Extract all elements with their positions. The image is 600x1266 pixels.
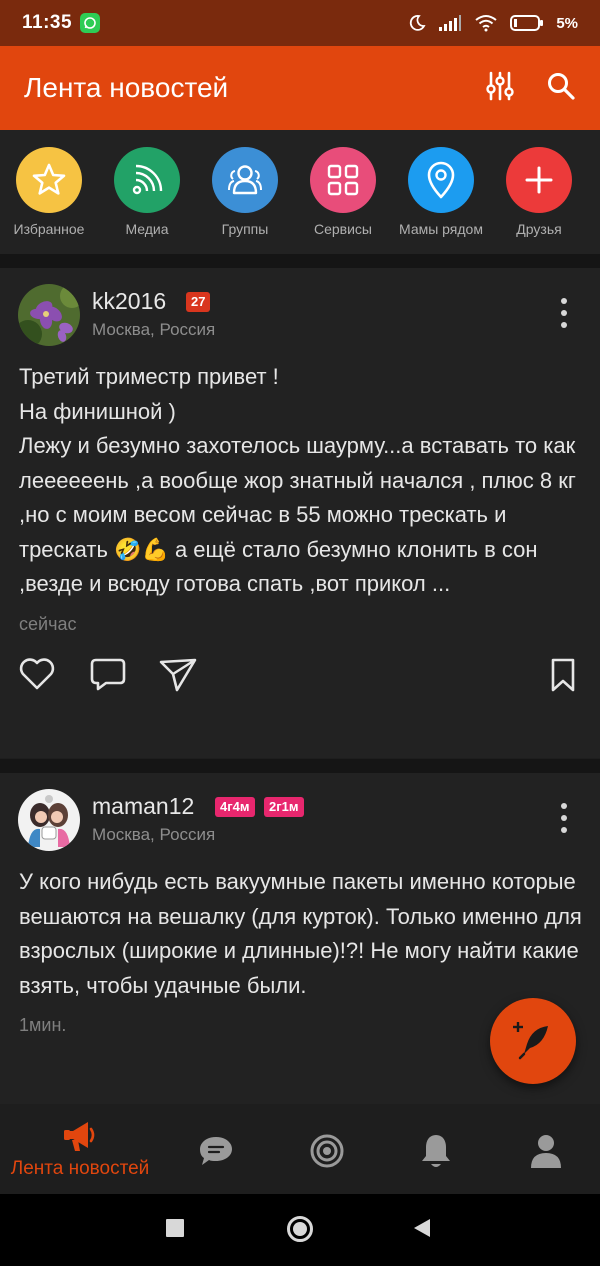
grid-icon [310,147,376,213]
profile-person-icon [531,1135,561,1168]
post-username[interactable]: maman12 [92,793,194,820]
status-time: 11:35 [22,12,73,33]
recent-apps-icon[interactable] [165,1218,185,1243]
shortcut-label: Мамы рядом [399,221,483,237]
post-location: Москва, Россия [92,825,216,844]
more-options-icon[interactable] [556,803,572,833]
quill-plus-icon [513,1022,548,1060]
home-icon[interactable] [286,1215,314,1248]
post-header: maman12 4г4м 2г1м Москва, Россия [0,773,600,865]
chat-bubble-icon [200,1137,232,1165]
nav-tab-label: Лента новостей [10,1158,150,1179]
new-post-fab[interactable] [490,998,576,1084]
battery-icon [510,15,544,31]
post-text[interactable]: У кого нибудь есть вакуумные пакеты имен… [0,865,600,1003]
shortcut-friends[interactable]: Друзья [490,130,588,254]
pregnancy-week-badge: 27 [186,292,211,312]
avatar[interactable] [18,284,80,346]
shortcut-media[interactable]: Медиа [98,130,196,254]
whatsapp-notification-icon [80,13,101,33]
feed-divider [0,759,600,773]
comment-icon[interactable] [89,657,127,698]
signal-icon [439,15,462,31]
post-location: Москва, Россия [92,320,216,339]
feed-divider [0,254,600,268]
post-actions [0,657,600,747]
status-bar: 11:35 5% [0,0,600,46]
shortcut-label: Медиа [125,221,169,237]
wifi-icon [475,15,497,32]
post-card: kk2016 27 Москва, Россия Третий триместр… [0,268,600,758]
filter-icon[interactable] [484,70,516,107]
post-text[interactable]: Третий триместр привет ! На финишной ) Л… [0,360,600,602]
battery-percent: 5% [556,14,578,32]
search-icon[interactable] [546,71,576,106]
page-title: Лента новостей [24,72,229,103]
app-bar: Лента новостей [0,46,600,130]
shortcut-moms-nearby[interactable]: Мамы рядом [392,130,490,254]
shortcut-services[interactable]: Сервисы [294,130,392,254]
avatar[interactable] [18,789,80,851]
system-navigation-bar [0,1194,600,1266]
bottom-navigation: Лента новостей [0,1104,600,1194]
bookmark-icon[interactable] [550,657,576,698]
shortcut-label: Избранное [13,221,85,237]
like-heart-icon[interactable] [18,657,56,696]
location-pin-icon [408,147,474,213]
group-icon [212,147,278,213]
shortcut-favorites[interactable]: Избранное [0,130,98,254]
plus-icon [506,147,572,213]
shortcut-label: Сервисы [313,221,372,237]
shortcut-label: Группы [221,221,269,237]
star-icon [16,147,82,213]
shortcut-bar: Избранное Медиа Группы Сервисы Мамы рядо… [0,130,600,254]
target-icon [310,1134,344,1168]
megaphone-icon [64,1122,95,1151]
post-username[interactable]: kk2016 [92,288,166,315]
post-header: kk2016 27 Москва, Россия [0,268,600,360]
back-icon[interactable] [412,1217,432,1244]
bell-icon [422,1135,450,1167]
post-time: сейчас [19,613,77,634]
children-badge: 2г1м [264,797,304,817]
media-rss-icon [114,147,180,213]
moon-icon [410,15,426,31]
children-badge: 4г4м [215,797,255,817]
shortcut-label: Друзья [516,221,562,237]
more-options-icon[interactable] [556,298,572,328]
shortcut-groups[interactable]: Группы [196,130,294,254]
share-send-icon[interactable] [158,657,198,698]
